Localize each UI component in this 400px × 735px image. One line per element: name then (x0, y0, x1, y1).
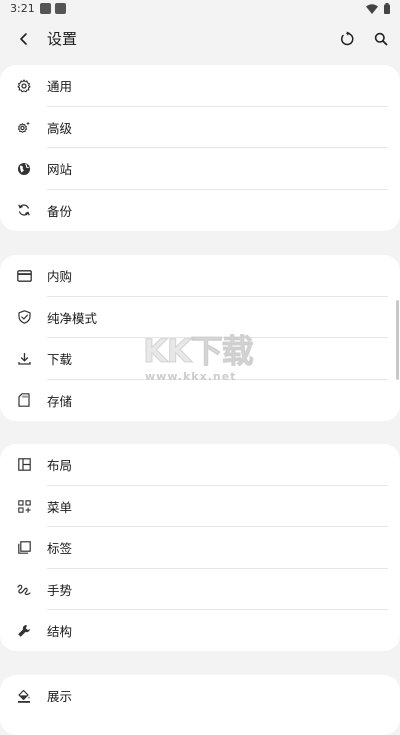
settings-item-advanced[interactable]: 高级 (0, 107, 400, 148)
settings-item-general[interactable]: 通用 (0, 65, 400, 107)
shield-icon (15, 308, 33, 326)
settings-section-display: 展示 (0, 675, 400, 735)
settings-item-label: 备份 (47, 203, 73, 219)
app-bar: 设置 (0, 18, 400, 60)
settings-item-label: 布局 (47, 458, 73, 474)
settings-item-label: 内购 (47, 269, 73, 285)
settings-item-label: 下载 (47, 352, 73, 368)
settings-item-label: 标签 (47, 541, 73, 557)
paint-bucket-icon (15, 687, 33, 705)
settings-item-label: 结构 (47, 624, 73, 640)
download-icon (15, 350, 33, 368)
settings-item-gestures[interactable]: 手势 (0, 569, 400, 610)
settings-item-label: 网站 (47, 162, 73, 178)
scrollbar-thumb[interactable] (396, 300, 399, 380)
gear-icon (15, 77, 33, 95)
wrench-icon (15, 622, 33, 640)
settings-item-label: 手势 (47, 582, 73, 598)
tabs-icon (15, 539, 33, 557)
settings-item-label: 菜单 (47, 499, 73, 515)
settings-item-in-app-purchase[interactable]: 内购 (0, 255, 400, 297)
settings-item-structure[interactable]: 结构 (0, 610, 400, 652)
settings-item-layout[interactable]: 布局 (0, 444, 400, 486)
back-button[interactable] (12, 27, 36, 51)
notification-app-icon (55, 3, 66, 14)
settings-item-downloads[interactable]: 下载 (0, 338, 400, 380)
menu-grid-icon (15, 497, 33, 515)
settings-section-interface: 布局 菜单 标签 手势 结构 (0, 444, 400, 651)
wifi-icon (366, 3, 378, 14)
settings-item-websites[interactable]: 网站 (0, 148, 400, 190)
sync-icon (15, 201, 33, 219)
settings-section-general: 通用 高级 网站 备份 (0, 65, 400, 231)
battery-icon (384, 3, 390, 14)
settings-item-label: 通用 (47, 79, 73, 95)
settings-item-pure-mode[interactable]: 纯净模式 (0, 297, 400, 338)
layout-icon (15, 456, 33, 474)
status-bar: 3:21 (0, 0, 400, 18)
notification-app-icon (40, 3, 51, 14)
settings-section-features: 内购 纯净模式 下载 存储 (0, 255, 400, 421)
settings-item-backup[interactable]: 备份 (0, 190, 400, 232)
page-title: 设置 (47, 30, 78, 48)
settings-item-label: 存储 (47, 393, 73, 409)
globe-icon (15, 160, 33, 178)
restore-icon (339, 31, 355, 47)
back-arrow-icon (17, 32, 31, 46)
settings-item-label: 高级 (47, 120, 73, 136)
search-button[interactable] (369, 27, 393, 51)
sd-card-icon (15, 391, 33, 409)
settings-item-storage[interactable]: 存储 (0, 380, 400, 422)
gesture-icon (15, 580, 33, 598)
settings-item-display[interactable]: 展示 (0, 675, 400, 717)
settings-item-tabs[interactable]: 标签 (0, 527, 400, 569)
status-indicators (366, 3, 390, 14)
settings-item-label: 纯净模式 (47, 310, 98, 326)
credit-card-icon (15, 267, 33, 285)
status-time: 3:21 (10, 2, 35, 15)
settings-item-menu[interactable]: 菜单 (0, 486, 400, 527)
settings-item-label: 展示 (47, 689, 73, 705)
advanced-settings-icon (15, 118, 33, 136)
search-icon (374, 32, 388, 46)
restore-button[interactable] (335, 27, 359, 51)
